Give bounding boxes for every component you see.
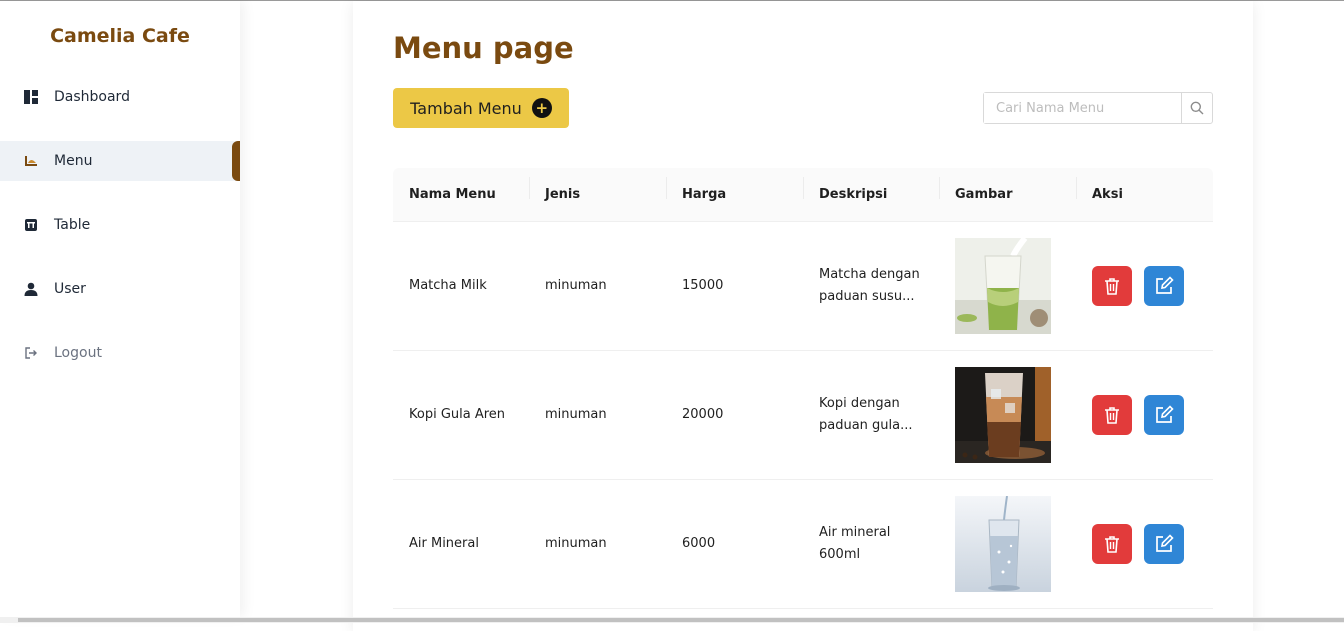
cell-harga: 15000: [682, 278, 724, 293]
sidebar-item-label: Menu: [54, 153, 93, 169]
row-actions: [1092, 266, 1213, 306]
delete-button[interactable]: [1092, 395, 1132, 435]
menu-image-matcha-milk: [955, 238, 1051, 334]
deskripsi-line: 600ml: [819, 547, 861, 562]
column-header-jenis: Jenis: [529, 177, 666, 202]
menu-table: Nama Menu Jenis Harga Deskripsi Gambar A…: [393, 168, 1213, 609]
brand-title: Camelia Cafe: [50, 25, 190, 47]
delete-button[interactable]: [1092, 524, 1132, 564]
cell-gambar: [939, 367, 1076, 463]
search-icon: [1190, 101, 1204, 115]
trash-icon: [1105, 407, 1119, 424]
deskripsi-line: Kopi dengan: [819, 396, 900, 411]
scrollbar-thumb[interactable]: [18, 618, 1344, 622]
cell-gambar: [939, 238, 1076, 334]
add-menu-label: Tambah Menu: [410, 98, 522, 118]
sidebar-item-label: Logout: [54, 345, 102, 361]
main-card: Menu page Tambah Menu + Nama Menu Jenis …: [353, 1, 1253, 631]
sidebar-item-user[interactable]: User: [0, 269, 240, 309]
dashboard-icon: [24, 90, 38, 104]
plus-circle-icon: +: [531, 98, 552, 118]
cell-jenis: minuman: [545, 536, 607, 551]
sidebar-item-dashboard[interactable]: Dashboard: [0, 77, 240, 117]
cell-jenis: minuman: [545, 278, 607, 293]
cell-nama-menu: Matcha Milk: [409, 278, 487, 293]
sidebar-item-logout[interactable]: Logout: [0, 333, 240, 373]
cell-gambar: [939, 496, 1076, 592]
column-header-deskripsi: Deskripsi: [803, 177, 939, 202]
row-actions: [1092, 395, 1213, 435]
cell-nama-menu: Air Mineral: [409, 536, 479, 551]
sidebar: Camelia Cafe Dashboard Menu Table User L…: [0, 1, 240, 617]
search-input[interactable]: [984, 93, 1182, 123]
cell-aksi: [1076, 266, 1213, 306]
trash-icon: [1105, 536, 1119, 553]
edit-button[interactable]: [1144, 395, 1184, 435]
table-header: Nama Menu Jenis Harga Deskripsi Gambar A…: [393, 168, 1213, 222]
delete-button[interactable]: [1092, 266, 1132, 306]
edit-icon: [1156, 534, 1174, 552]
sidebar-item-label: Table: [54, 217, 91, 233]
logout-icon: [24, 346, 38, 360]
cell-deskripsi: Matcha dengan paduan susu...: [803, 264, 939, 308]
edit-icon: [1156, 276, 1174, 294]
trash-icon: [1105, 278, 1119, 295]
cell-jenis: minuman: [545, 407, 607, 422]
row-actions: [1092, 524, 1213, 564]
cell-aksi: [1076, 395, 1213, 435]
cell-aksi: [1076, 524, 1213, 564]
table-row: Kopi Gula Aren minuman 20000 Kopi dengan…: [393, 351, 1213, 480]
sidebar-item-label: User: [54, 281, 86, 297]
search-button[interactable]: [1181, 93, 1212, 123]
cell-harga: 6000: [682, 536, 716, 551]
column-header-harga: Harga: [666, 177, 803, 202]
search-box: [983, 92, 1213, 124]
user-icon: [24, 282, 38, 296]
horizontal-scrollbar[interactable]: [0, 617, 1344, 623]
edit-button[interactable]: [1144, 266, 1184, 306]
deskripsi-line: Air mineral: [819, 525, 891, 540]
cell-deskripsi: Kopi dengan paduan gula...: [803, 393, 939, 437]
edit-icon: [1156, 405, 1174, 423]
deskripsi-line: paduan susu...: [819, 289, 915, 304]
cell-harga: 20000: [682, 407, 724, 422]
add-menu-button[interactable]: Tambah Menu +: [393, 88, 569, 128]
table-icon: [24, 218, 38, 232]
menu-image-air-mineral: [955, 496, 1051, 592]
deskripsi-line: paduan gula...: [819, 418, 913, 433]
table-row: Matcha Milk minuman 15000 Matcha dengan …: [393, 222, 1213, 351]
menu-image-kopi-gula-aren: [955, 367, 1051, 463]
cell-deskripsi: Air mineral 600ml: [803, 522, 939, 566]
column-header-gambar: Gambar: [939, 177, 1076, 202]
cell-nama-menu: Kopi Gula Aren: [409, 407, 506, 422]
sidebar-item-table[interactable]: Table: [0, 205, 240, 245]
food-icon: [24, 154, 38, 168]
column-header-nama-menu: Nama Menu: [409, 187, 496, 202]
sidebar-item-label: Dashboard: [54, 89, 130, 105]
sidebar-item-menu[interactable]: Menu: [0, 141, 240, 181]
page-title: Menu page: [393, 31, 574, 65]
column-header-aksi: Aksi: [1076, 177, 1213, 202]
deskripsi-line: Matcha dengan: [819, 267, 920, 282]
edit-button[interactable]: [1144, 524, 1184, 564]
table-row: Air Mineral minuman 6000 Air mineral 600…: [393, 480, 1213, 609]
